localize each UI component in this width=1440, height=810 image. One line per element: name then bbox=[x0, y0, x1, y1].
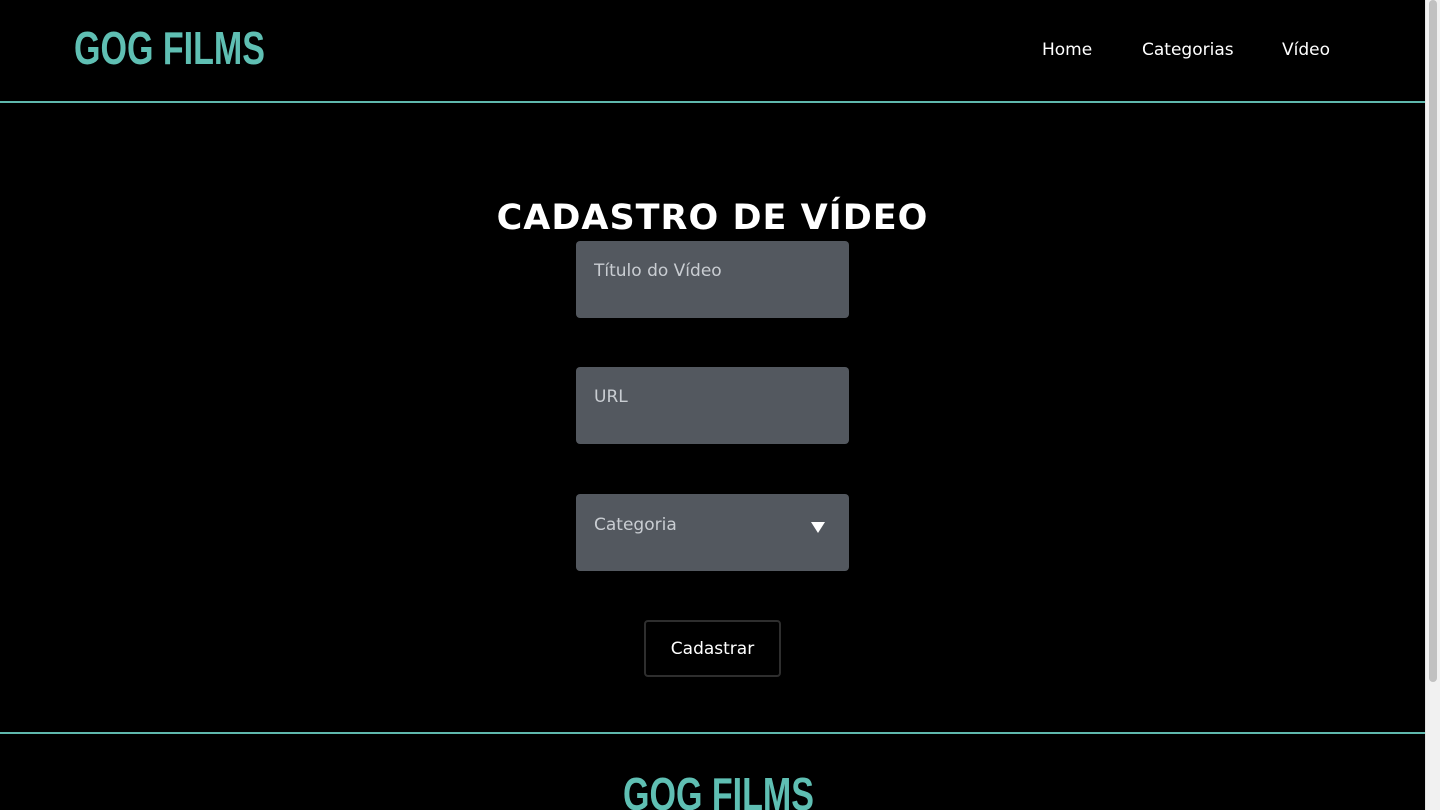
url-input[interactable] bbox=[576, 367, 849, 444]
vertical-scrollbar[interactable] bbox=[1425, 0, 1440, 810]
site-footer: GOG FILMS bbox=[0, 732, 1425, 810]
video-title-input[interactable] bbox=[576, 241, 849, 318]
scrollbar-thumb[interactable] bbox=[1429, 0, 1437, 682]
nav-link-home[interactable]: Home bbox=[1042, 38, 1092, 62]
site-header: GOG FILMS Home Categorias Vídeo bbox=[0, 0, 1425, 103]
url-field bbox=[576, 367, 849, 444]
page-title: CADASTRO DE VÍDEO bbox=[496, 198, 929, 239]
category-select-placeholder: Categoria bbox=[594, 515, 677, 535]
main-nav: Home Categorias Vídeo bbox=[0, 38, 1425, 62]
category-select[interactable]: Categoria bbox=[576, 494, 849, 571]
page: GOG FILMS Home Categorias Vídeo CADASTRO… bbox=[0, 0, 1440, 810]
nav-link-video[interactable]: Vídeo bbox=[1282, 38, 1330, 62]
footer-logo[interactable]: GOG FILMS bbox=[623, 768, 814, 810]
submit-button[interactable]: Cadastrar bbox=[644, 620, 781, 677]
nav-link-categories[interactable]: Categorias bbox=[1142, 38, 1234, 62]
video-title-field bbox=[576, 241, 849, 318]
chevron-down-icon bbox=[811, 522, 825, 533]
